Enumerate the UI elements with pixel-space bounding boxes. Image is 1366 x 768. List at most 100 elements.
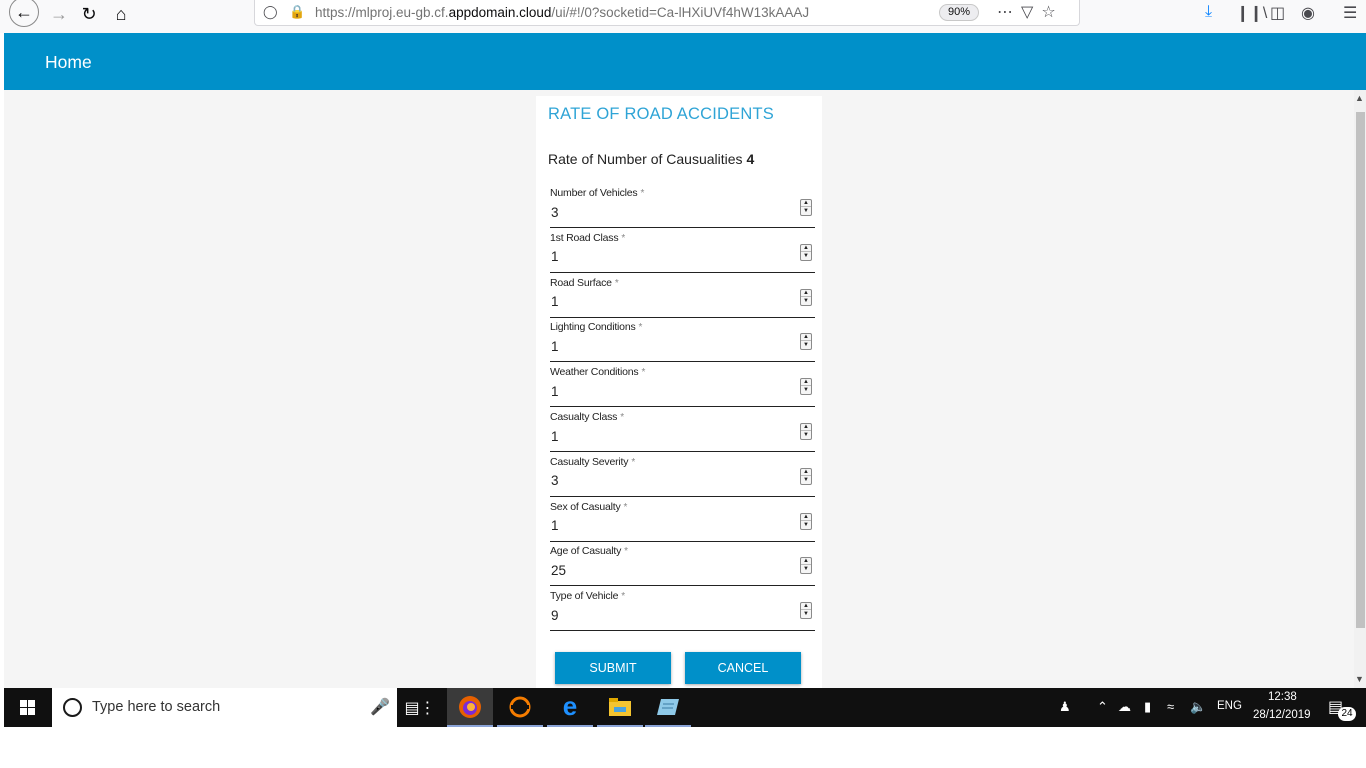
people-icon[interactable]: ♟: [1059, 699, 1071, 715]
spin-down-arrow-icon[interactable]: ▼: [801, 253, 811, 260]
microphone-icon[interactable]: 🎤: [370, 697, 390, 717]
form-field: Type of Vehicle* ▲▼: [550, 590, 815, 632]
form-card: RATE OF ROAD ACCIDENTS Rate of Number of…: [536, 96, 822, 688]
number-input[interactable]: [550, 202, 790, 222]
spin-up-arrow-icon[interactable]: ▲: [801, 603, 811, 611]
required-asterisk: *: [614, 277, 619, 289]
number-input[interactable]: [550, 560, 790, 581]
spin-up-arrow-icon[interactable]: ▲: [801, 558, 811, 566]
number-input[interactable]: [550, 246, 790, 267]
windows-taskbar: Type here to search 🎤 ▤⋮ e ♟ ⌃ ☁ ▮ ≈ 🔈 E…: [4, 688, 1366, 727]
spin-down-arrow-icon[interactable]: ▼: [801, 208, 811, 215]
spin-up-arrow-icon[interactable]: ▲: [801, 469, 811, 476]
field-label-text: Casualty Class: [550, 411, 618, 423]
required-asterisk: *: [624, 546, 628, 558]
field-label-text: Casualty Severity: [550, 455, 629, 468]
notepad-app-icon[interactable]: [645, 688, 691, 727]
onedrive-cloud-icon[interactable]: ☁: [1118, 699, 1131, 715]
number-input[interactable]: [550, 605, 790, 626]
show-hidden-icons-chevron-icon[interactable]: ⌃: [1097, 699, 1108, 715]
spin-up-arrow-icon[interactable]: ▲: [801, 290, 811, 297]
clock-date[interactable]: 28/12/2019: [1253, 709, 1311, 721]
page-scrollbar[interactable]: ▲ ▼: [1354, 90, 1366, 688]
field-label: Casualty Severity *: [550, 456, 635, 468]
eclipse-app-icon[interactable]: [497, 688, 543, 727]
clock-time[interactable]: 12:38: [1268, 691, 1297, 703]
spin-down-arrow-icon[interactable]: ▼: [801, 477, 811, 484]
scroll-down-arrow-icon[interactable]: ▼: [1355, 674, 1364, 684]
number-input[interactable]: [550, 291, 790, 312]
wifi-icon[interactable]: ≈: [1167, 699, 1174, 714]
task-view-icon[interactable]: ▤⋮: [397, 688, 443, 727]
form-field: Road Surface* ▲▼: [550, 277, 815, 318]
menu-icon[interactable]: ☰: [1343, 3, 1357, 23]
field-label-text: Type of Vehicle: [550, 590, 619, 603]
spin-down-arrow-icon[interactable]: ▼: [801, 342, 811, 349]
number-spinner[interactable]: ▲ ▼: [800, 602, 812, 620]
forward-arrow-icon[interactable]: →: [46, 1, 72, 27]
spin-down-arrow-icon[interactable]: ▼: [801, 566, 811, 573]
address-bar[interactable]: ◯ 🔒 https://mlproj.eu-gb.cf.appdomain.cl…: [254, 0, 1080, 26]
spin-up-arrow-icon[interactable]: ▲: [801, 424, 811, 431]
spin-down-arrow-icon[interactable]: ▼: [801, 611, 811, 618]
spin-down-arrow-icon[interactable]: ▼: [801, 522, 811, 529]
spin-up-arrow-icon[interactable]: ▲: [801, 245, 811, 252]
spin-up-arrow-icon[interactable]: ▲: [801, 379, 811, 387]
more-dots-icon: ⋯: [997, 4, 1021, 21]
spin-down-arrow-icon[interactable]: ▼: [801, 387, 811, 394]
back-arrow-icon[interactable]: ←: [9, 0, 39, 27]
firefox-icon[interactable]: [447, 688, 493, 727]
number-input[interactable]: [550, 381, 790, 402]
number-spinner[interactable]: ▲ ▼: [800, 557, 812, 575]
sidebar-icon[interactable]: ◫: [1270, 3, 1285, 23]
scroll-up-arrow-icon[interactable]: ▲: [1355, 93, 1364, 103]
spin-down-arrow-icon[interactable]: ▼: [801, 298, 811, 305]
field-label: Age of Casualty *: [550, 545, 628, 557]
file-explorer-icon[interactable]: [597, 688, 643, 727]
taskbar-search[interactable]: Type here to search 🎤: [52, 688, 397, 727]
cancel-button[interactable]: CANCEL: [685, 652, 801, 684]
number-input[interactable]: [550, 470, 790, 491]
number-input[interactable]: [550, 515, 790, 536]
download-icon[interactable]: ⤓: [1205, 3, 1212, 21]
language-indicator[interactable]: ENG: [1217, 700, 1242, 712]
scroll-thumb[interactable]: [1356, 112, 1365, 628]
spin-up-arrow-icon[interactable]: ▲: [801, 514, 811, 521]
cortana-icon: [63, 698, 82, 717]
number-input[interactable]: [550, 336, 790, 357]
field-label-text: Sex of Casualty: [550, 500, 621, 513]
number-spinner[interactable]: ▲ ▼: [800, 333, 812, 351]
shield-icon[interactable]: ◯: [263, 4, 278, 20]
required-asterisk: *: [640, 188, 645, 199]
field-label: Lighting Conditions *: [550, 321, 642, 333]
field-label-text: 1st Road Class: [550, 231, 619, 244]
number-spinner[interactable]: ▲ ▼: [800, 288, 812, 306]
edge-browser-icon[interactable]: e: [547, 688, 593, 727]
lock-icon[interactable]: 🔒: [289, 4, 305, 20]
url-text: https://mlproj.eu-gb.cf.appdomain.cloud/…: [315, 5, 810, 20]
number-spinner[interactable]: ▲ ▼: [800, 467, 812, 485]
zoom-level-badge[interactable]: 90%: [939, 4, 979, 21]
number-spinner[interactable]: ▲ ▼: [800, 512, 812, 530]
number-spinner[interactable]: ▲ ▼: [800, 199, 812, 216]
battery-icon[interactable]: ▮: [1144, 699, 1151, 715]
start-button[interactable]: [4, 688, 50, 727]
volume-icon[interactable]: 🔈: [1190, 699, 1206, 715]
home-link[interactable]: Home: [45, 52, 92, 73]
number-input[interactable]: [550, 426, 790, 446]
required-asterisk: *: [631, 456, 636, 468]
required-asterisk: *: [623, 501, 628, 513]
number-spinner[interactable]: ▲ ▼: [800, 423, 812, 440]
submit-button[interactable]: SUBMIT: [555, 652, 671, 684]
spin-up-arrow-icon[interactable]: ▲: [801, 200, 811, 207]
reload-icon[interactable]: ↻: [76, 1, 102, 27]
number-spinner[interactable]: ▲ ▼: [800, 243, 812, 261]
home-icon[interactable]: ⌂: [108, 1, 134, 27]
spin-down-arrow-icon[interactable]: ▼: [801, 432, 811, 439]
account-icon[interactable]: ◉: [1301, 3, 1315, 23]
number-spinner[interactable]: ▲ ▼: [800, 378, 812, 396]
page-actions[interactable]: ⋯▽☆: [997, 2, 1064, 22]
notification-count-badge: 24: [1338, 707, 1356, 721]
spin-up-arrow-icon[interactable]: ▲: [801, 334, 811, 342]
library-icon[interactable]: ❙❙\: [1236, 3, 1267, 23]
